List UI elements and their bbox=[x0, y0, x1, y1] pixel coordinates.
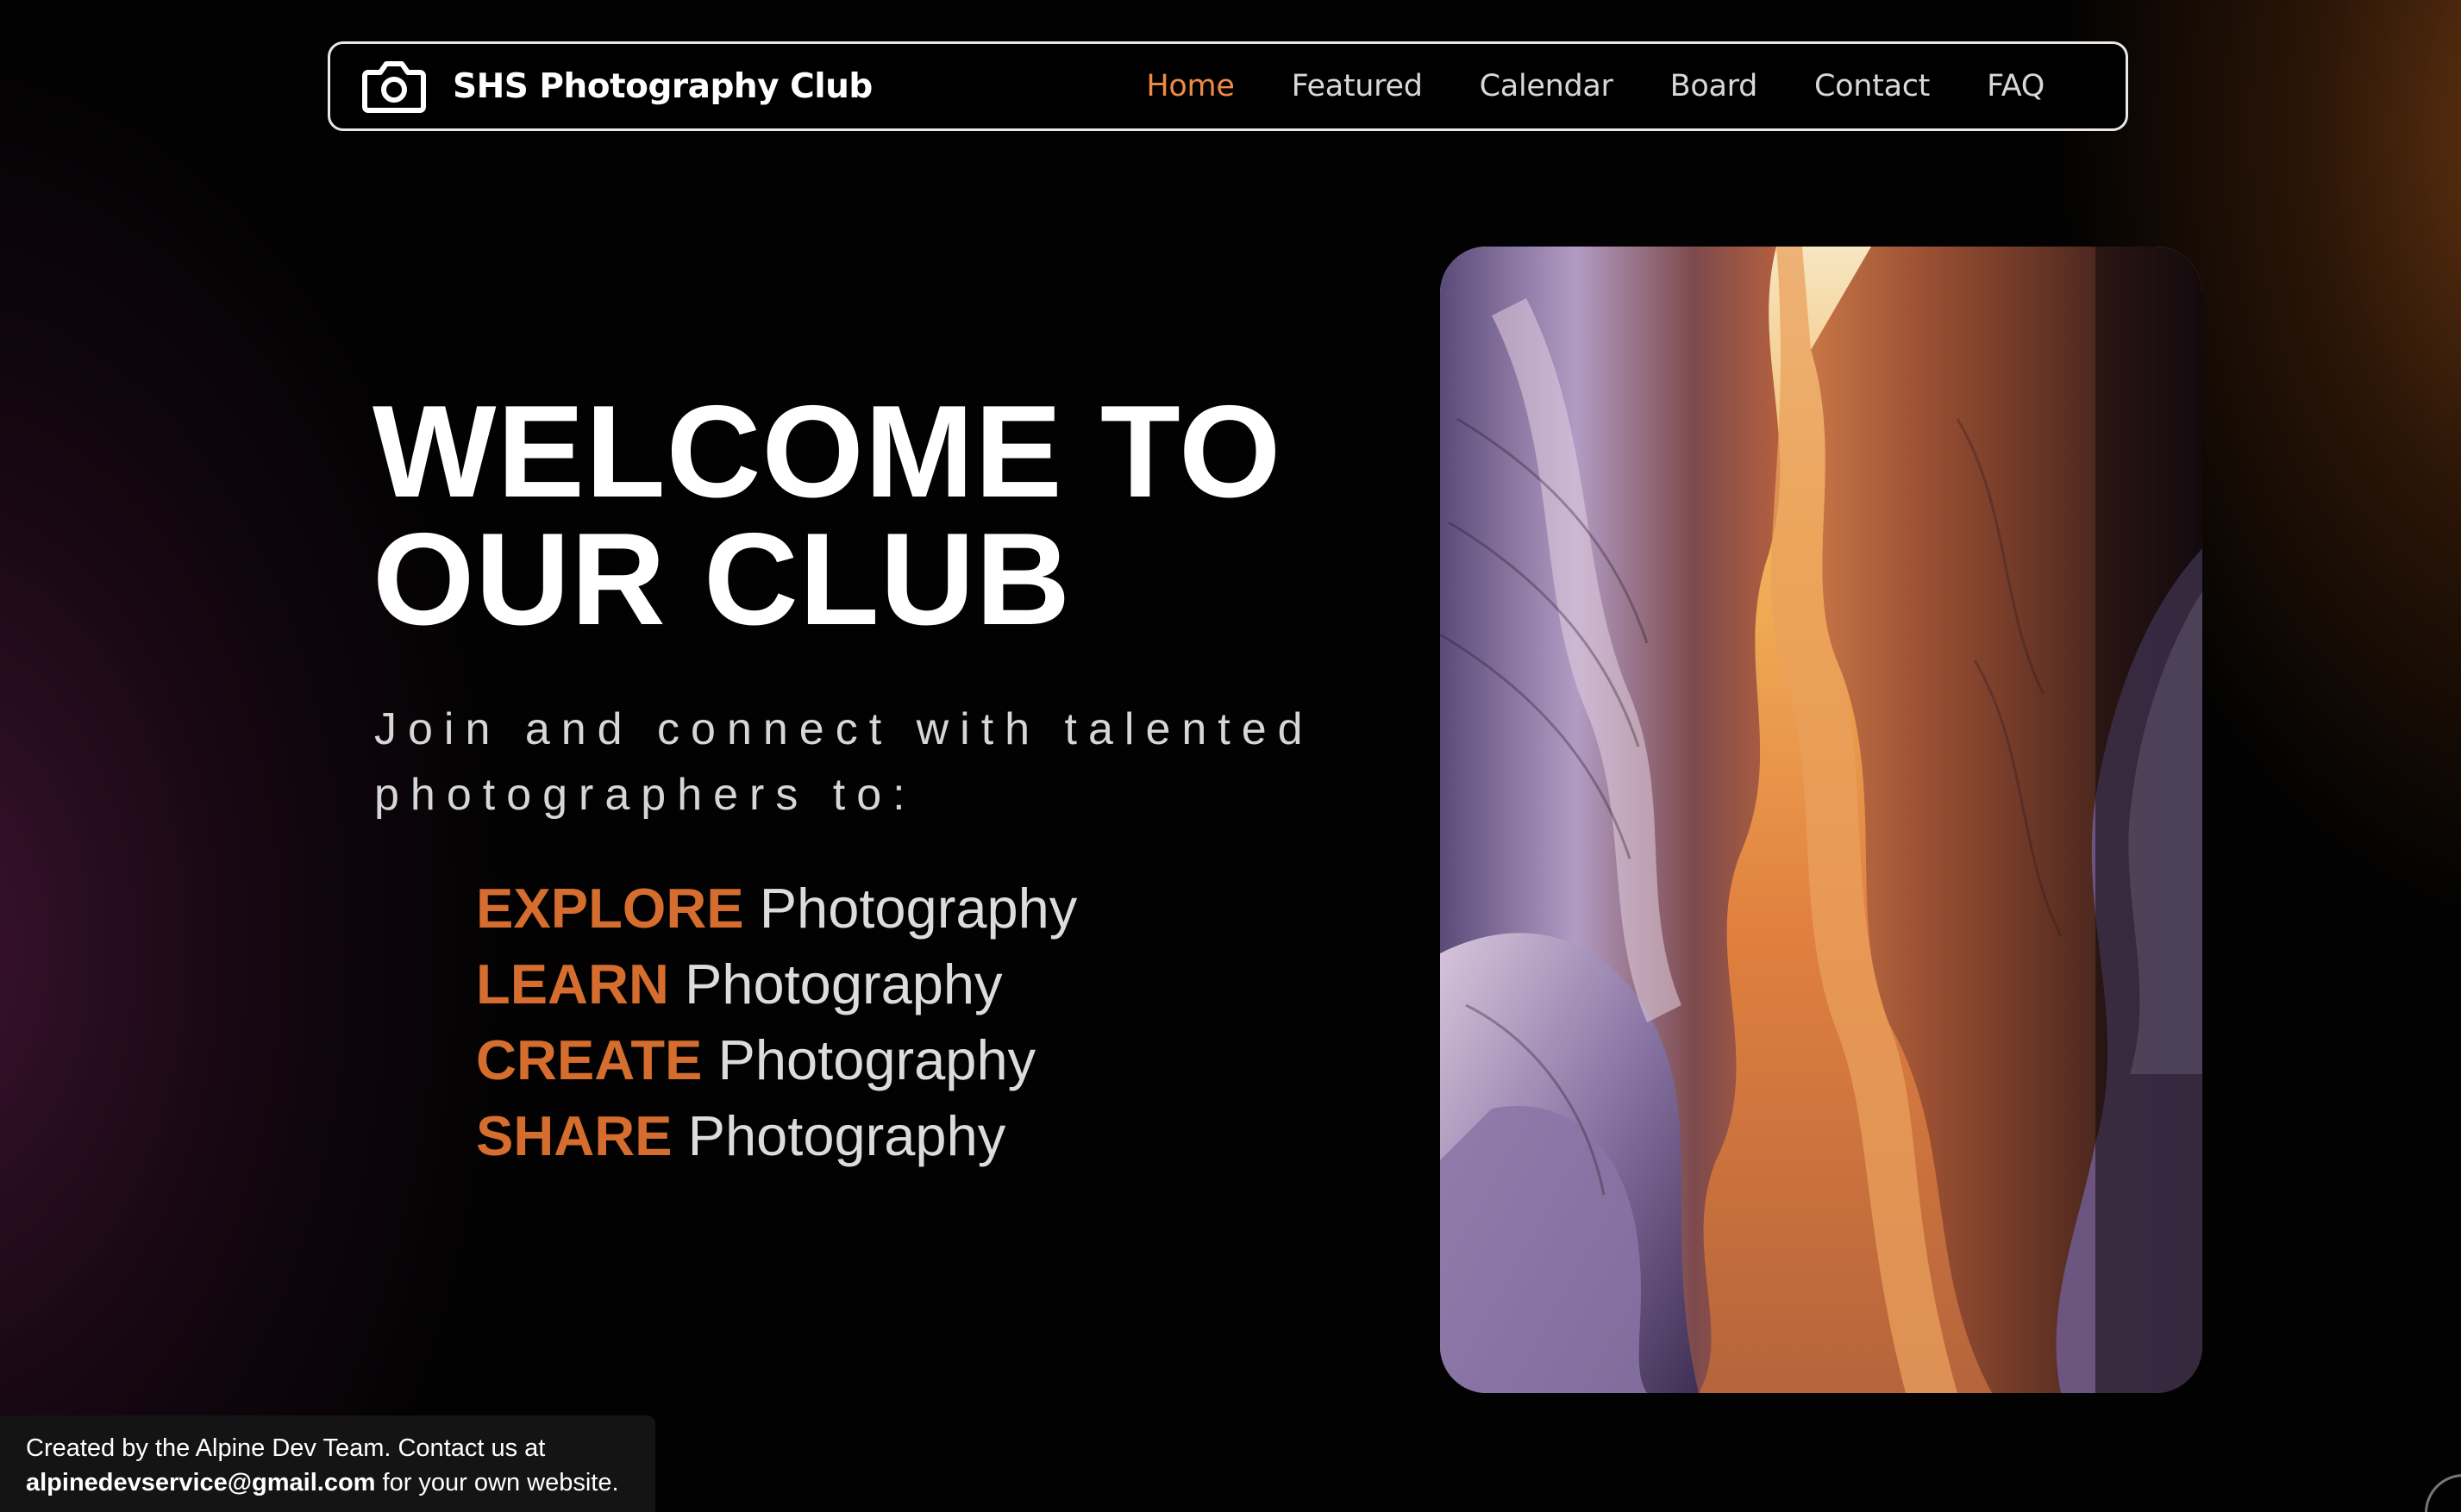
list-item-verb: CREATE bbox=[476, 1028, 703, 1091]
hero-title-line2: OUR CLUB bbox=[373, 506, 1072, 653]
hero-subtitle-line1: Join and connect with talented bbox=[374, 704, 1314, 754]
credit-line1: Created by the Alpine Dev Team. Contact … bbox=[26, 1434, 546, 1462]
list-item-verb: SHARE bbox=[476, 1104, 673, 1167]
nav-link-contact[interactable]: Contact bbox=[1814, 69, 1930, 103]
brand[interactable]: SHS Photography Club bbox=[361, 57, 873, 116]
hero-title-line1: WELCOME TO bbox=[373, 378, 1282, 525]
nav-link-featured[interactable]: Featured bbox=[1292, 69, 1423, 103]
hero-subtitle: Join and connect with talented photograp… bbox=[374, 697, 1392, 828]
list-item-rest: Photography bbox=[759, 877, 1078, 940]
nav-link-home[interactable]: Home bbox=[1146, 69, 1234, 103]
nav-link-faq[interactable]: FAQ bbox=[1987, 69, 2045, 103]
nav-link-board[interactable]: Board bbox=[1670, 69, 1758, 103]
list-item-rest: Photography bbox=[684, 953, 1003, 1015]
navbar: SHS Photography Club Home Featured Calen… bbox=[328, 41, 2128, 131]
list-item-rest: Photography bbox=[717, 1028, 1036, 1091]
credit-email-link[interactable]: alpinedevservice@gmail.com bbox=[26, 1469, 375, 1496]
camera-icon bbox=[362, 61, 426, 113]
list-item: LEARN Photography bbox=[476, 947, 1077, 1022]
nav-links: Home Featured Calendar Board Contact FAQ bbox=[1146, 44, 2045, 128]
nav-link-calendar[interactable]: Calendar bbox=[1480, 69, 1613, 103]
credit-line2: for your own website. bbox=[375, 1469, 619, 1496]
list-item-rest: Photography bbox=[687, 1104, 1006, 1167]
hero-title: WELCOME TO OUR CLUB bbox=[373, 386, 1364, 645]
hero-subtitle-line2: photographers to: bbox=[374, 770, 917, 820]
list-item: CREATE Photography bbox=[476, 1022, 1077, 1098]
list-item: EXPLORE Photography bbox=[476, 871, 1077, 947]
list-item: SHARE Photography bbox=[476, 1098, 1077, 1174]
list-item-verb: EXPLORE bbox=[476, 877, 744, 940]
hero-list: EXPLORE Photography LEARN Photography CR… bbox=[476, 871, 1077, 1174]
brand-name: SHS Photography Club bbox=[453, 66, 873, 106]
list-item-verb: LEARN bbox=[476, 953, 669, 1015]
canyon-image bbox=[1440, 247, 2202, 1393]
hero-photo bbox=[1440, 247, 2202, 1393]
credit-banner: Created by the Alpine Dev Team. Contact … bbox=[0, 1415, 655, 1512]
